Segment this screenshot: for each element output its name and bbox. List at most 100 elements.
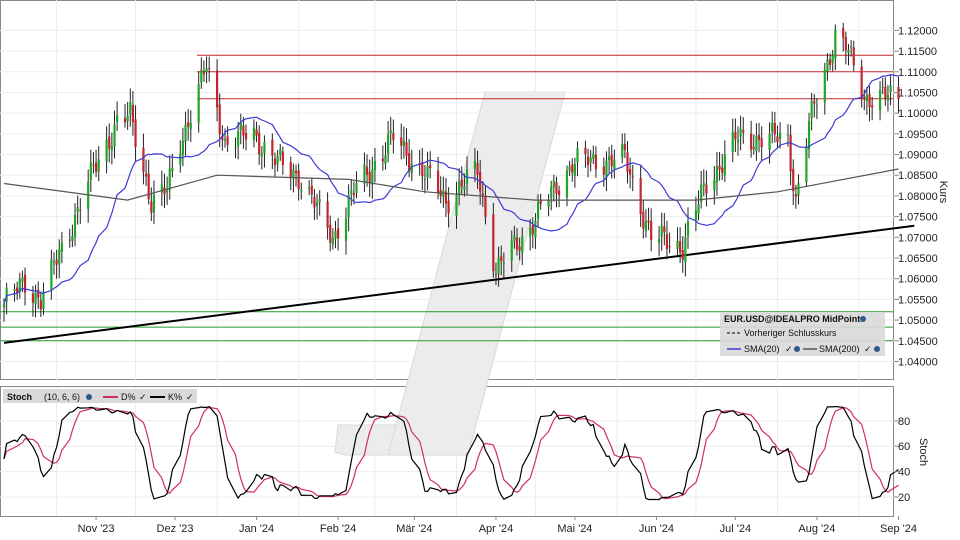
candle-body	[584, 147, 587, 154]
candle-body	[778, 132, 782, 140]
candle-body	[21, 277, 24, 282]
candle-body	[694, 210, 698, 221]
price-tick-label: 1.08000	[898, 191, 938, 203]
candle-body	[797, 183, 800, 196]
legend-sma20-check-icon[interactable]: ✓	[785, 344, 793, 354]
candle-body	[276, 155, 279, 164]
candle-body	[642, 211, 645, 229]
candle-body	[252, 127, 256, 141]
candle-body	[557, 190, 561, 196]
candle-body	[571, 164, 574, 173]
price-tick-label: 1.04500	[898, 336, 938, 348]
candle-body	[713, 180, 716, 191]
candle-body	[555, 182, 558, 194]
candle-body	[681, 249, 684, 260]
candle-body	[807, 120, 811, 150]
candle-body	[492, 214, 495, 272]
candle-body	[263, 142, 266, 154]
candle-body	[529, 227, 532, 237]
candle-body	[750, 133, 753, 150]
candle-body	[208, 68, 211, 70]
candle-body	[789, 134, 792, 172]
candle-body	[742, 130, 745, 133]
candle-body	[13, 289, 16, 291]
candle-body	[218, 104, 221, 135]
candle-body	[531, 225, 534, 235]
stoch-k-check-icon[interactable]: ✓	[186, 392, 194, 402]
stoch-d-label: D%	[121, 392, 136, 402]
candle-body	[605, 160, 608, 178]
candle-body	[842, 28, 845, 38]
candle-body	[215, 70, 219, 108]
candle-body	[865, 94, 869, 102]
candle-body	[878, 89, 882, 111]
candle-body	[168, 168, 171, 190]
stock-chart: 1.04000 1.04500 1.05000 1.05500 1.06000 1.065…	[0, 0, 949, 535]
stoch-info-icon[interactable]	[86, 394, 92, 400]
candle-body	[318, 199, 321, 202]
price-tick-label: 1.08500	[898, 170, 938, 182]
legend-sma200-info-icon[interactable]	[874, 346, 880, 352]
price-tick-label: 1.06000	[898, 274, 938, 286]
candle-body	[792, 168, 795, 192]
candle-body	[679, 241, 682, 253]
candle-body	[739, 128, 742, 137]
candle-body	[23, 274, 27, 293]
price-tick-label: 1.06500	[898, 253, 938, 265]
candle-body	[31, 293, 35, 303]
candle-body	[736, 139, 740, 142]
stoch-params: (10, 6, 6)	[44, 392, 80, 402]
candle-body	[534, 220, 537, 238]
candle-body	[129, 102, 132, 115]
candle-body	[602, 166, 605, 175]
legend-sma200-check-icon[interactable]: ✓	[864, 344, 872, 354]
candle-body	[518, 246, 521, 251]
legend-sma20-info-icon[interactable]	[794, 346, 800, 352]
stoch-tick-label: 40	[898, 467, 910, 479]
candle-body	[386, 134, 390, 155]
candle-body	[260, 153, 263, 157]
legend-info-icon[interactable]	[860, 316, 866, 322]
candle-body	[436, 170, 440, 193]
candle-body	[239, 122, 242, 131]
candle-body	[226, 136, 229, 145]
candle-body	[586, 156, 590, 166]
candle-body	[568, 166, 571, 171]
candle-body	[363, 164, 366, 184]
candle-body	[592, 153, 595, 159]
candle-body	[589, 157, 592, 163]
candle-body	[79, 209, 82, 211]
candle-body	[831, 55, 834, 63]
candle-body	[502, 262, 505, 265]
candle-body	[536, 201, 540, 220]
candle-body	[373, 160, 377, 171]
candle-body	[171, 167, 174, 172]
candle-body	[626, 152, 629, 172]
candle-body	[258, 132, 261, 155]
candle-body	[676, 240, 679, 249]
stoch-tick-label: 20	[898, 492, 910, 504]
candle-body	[650, 221, 653, 241]
x-tick-label: Feb '24	[320, 523, 356, 535]
candle-body	[826, 59, 829, 72]
candle-body	[381, 158, 384, 162]
candle-body	[234, 147, 237, 149]
candle-body	[365, 166, 369, 175]
candle-body	[863, 96, 866, 99]
candle-body	[500, 256, 503, 262]
candle-body	[657, 239, 661, 243]
legend-prev-close-label: Vorheriger Schlusskurs	[744, 328, 837, 338]
candle-body	[423, 179, 427, 181]
candle-body	[76, 207, 79, 212]
stoch-d-check-icon[interactable]: ✓	[139, 392, 147, 402]
candle-body	[344, 218, 348, 241]
candle-body	[329, 224, 332, 243]
candle-body	[334, 231, 337, 240]
price-tick-label: 1.10500	[898, 87, 938, 99]
stoch-legend: Stoch (10, 6, 6) D% ✓ K% ✓	[3, 389, 197, 403]
candle-body	[547, 200, 550, 207]
price-tick-label: 1.11500	[898, 46, 937, 58]
candle-body	[113, 124, 116, 147]
candle-body	[184, 124, 187, 143]
candle-body	[565, 170, 569, 198]
